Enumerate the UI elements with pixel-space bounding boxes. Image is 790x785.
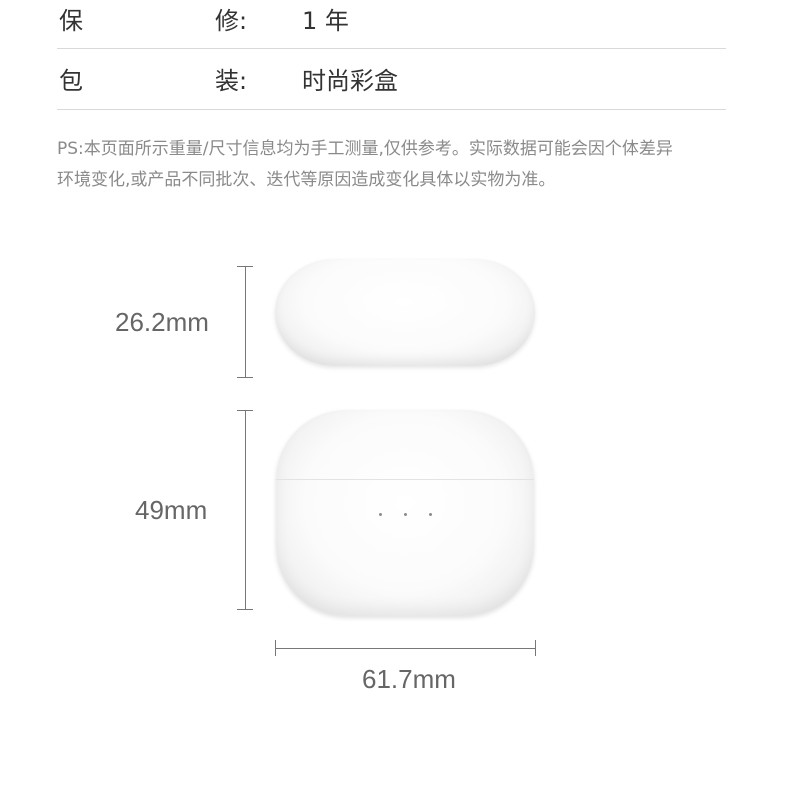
dimension-height-label: 26.2mm (115, 307, 209, 337)
spec-key-package-char1: 包 (59, 67, 83, 95)
height-ruler (245, 266, 246, 377)
width-ruler (275, 648, 535, 649)
width-ruler-right-tick (535, 640, 536, 656)
spec-row-warranty: 保 修: 1 年 (57, 0, 726, 49)
case-lid-seam (276, 479, 534, 480)
spec-key-package-char2: 装: (215, 67, 248, 95)
spec-key-warranty-char2: 修: (215, 7, 248, 35)
note-line-1: PS:本页面所示重量/尺寸信息均为手工测量,仅供参考。实际数据可能会因个体差异 (57, 139, 673, 159)
note-line-2: 环境变化,或产品不同批次、迭代等原因造成变化具体以实物为准。 (57, 170, 556, 190)
spec-value-package: 时尚彩盒 (302, 67, 398, 95)
led-indicator-dot (404, 513, 407, 516)
depth-ruler-bottom-tick (237, 609, 253, 610)
led-indicator-dot (379, 513, 382, 516)
height-ruler-bottom-tick (237, 377, 253, 378)
dimension-width-label: 61.7mm (362, 664, 456, 694)
spec-key-warranty-char1: 保 (59, 7, 83, 35)
depth-ruler (245, 410, 246, 609)
led-indicator-dot (429, 513, 432, 516)
measurement-note: PS:本页面所示重量/尺寸信息均为手工测量,仅供参考。实际数据可能会因个体差异 … (57, 134, 727, 196)
earbuds-case-side-view (275, 259, 535, 366)
spec-value-warranty: 1 年 (302, 7, 349, 35)
dimension-depth-label: 49mm (135, 495, 208, 525)
spec-row-package: 包 装: 时尚彩盒 (57, 49, 726, 110)
earbuds-case-front-view (276, 410, 534, 616)
